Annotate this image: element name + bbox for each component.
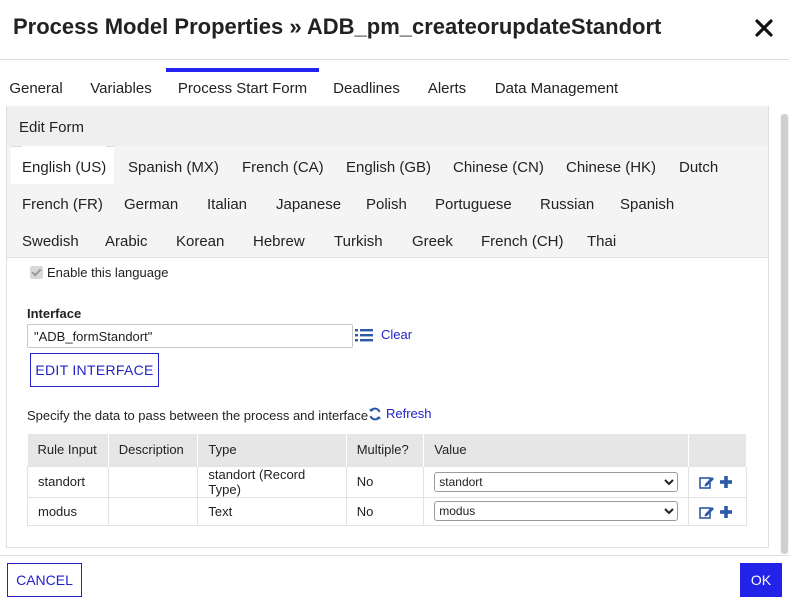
- language-tab-dutch[interactable]: Dutch: [679, 146, 718, 182]
- edit-interface-button[interactable]: EDIT INTERFACE: [30, 353, 159, 387]
- close-icon[interactable]: [752, 16, 776, 40]
- language-tab-turkish[interactable]: Turkish: [334, 220, 383, 256]
- language-row-2: French (FR) German Italian Japanese Poli…: [7, 183, 768, 219]
- cell-multiple: No: [345, 465, 425, 498]
- tab-general[interactable]: General: [0, 68, 72, 106]
- language-tab-portuguese[interactable]: Portuguese: [435, 183, 512, 219]
- language-tab-greek[interactable]: Greek: [412, 220, 453, 256]
- table-row: modus Text No modus: [27, 496, 747, 526]
- value-select-standort[interactable]: standort: [434, 471, 679, 492]
- table-row: standort standort (Record Type) No stand…: [27, 465, 747, 498]
- language-tab-french-fr[interactable]: French (FR): [22, 183, 103, 219]
- cell-rule-input: modus: [27, 496, 109, 526]
- language-tab-italian[interactable]: Italian: [207, 183, 247, 219]
- language-tab-swedish[interactable]: Swedish: [22, 220, 79, 256]
- cell-description: [107, 465, 199, 498]
- cell-actions: [688, 496, 747, 526]
- ok-button[interactable]: OK: [740, 563, 782, 597]
- language-tab-spanish-mx[interactable]: Spanish (MX): [128, 146, 219, 182]
- data-instructions: Specify the data to pass between the pro…: [27, 408, 369, 423]
- language-tab-chinese-hk[interactable]: Chinese (HK): [566, 146, 656, 182]
- cell-rule-input: standort: [27, 465, 109, 498]
- language-tab-polish[interactable]: Polish: [366, 183, 407, 219]
- tab-data-management[interactable]: Data Management: [487, 68, 626, 106]
- language-row-3: Swedish Arabic Korean Hebrew Turkish Gre…: [7, 220, 768, 256]
- enable-language-row: Enable this language: [30, 264, 168, 280]
- panel-header: Edit Form: [7, 106, 768, 146]
- rule-input-table: Rule Input Description Type Multiple? Va…: [27, 434, 747, 526]
- list-icon[interactable]: [355, 327, 373, 343]
- edit-expression-icon[interactable]: [699, 505, 715, 519]
- cell-multiple: No: [345, 496, 425, 526]
- language-tab-korean[interactable]: Korean: [176, 220, 224, 256]
- language-tab-french-ca[interactable]: French (CA): [242, 146, 324, 182]
- interface-label: Interface: [27, 306, 82, 321]
- tab-variables[interactable]: Variables: [80, 68, 162, 106]
- language-tab-arabic[interactable]: Arabic: [105, 220, 148, 256]
- cell-value: modus: [423, 496, 690, 526]
- add-icon[interactable]: [719, 505, 733, 519]
- language-tab-russian[interactable]: Russian: [540, 183, 594, 219]
- column-header-description: Description: [108, 434, 199, 466]
- tab-deadlines[interactable]: Deadlines: [325, 68, 408, 106]
- language-tab-hebrew[interactable]: Hebrew: [253, 220, 305, 256]
- dialog-footer: [0, 555, 789, 603]
- enable-language-checkbox[interactable]: [30, 265, 43, 279]
- enable-language-label: Enable this language: [47, 264, 169, 280]
- dialog-title: Process Model Properties » ADB_pm_create…: [13, 14, 662, 39]
- language-tab-english-us[interactable]: English (US): [22, 146, 107, 182]
- tab-alerts[interactable]: Alerts: [419, 68, 475, 106]
- table-header-row: Rule Input Description Type Multiple? Va…: [27, 434, 747, 466]
- column-header-type: Type: [197, 434, 347, 466]
- dialog-titlebar: Process Model Properties » ADB_pm_create…: [0, 0, 789, 60]
- edit-expression-icon[interactable]: [699, 475, 715, 490]
- column-header-value: Value: [423, 434, 690, 466]
- add-icon[interactable]: [719, 475, 733, 489]
- cell-description: [107, 496, 199, 526]
- cell-type: Text: [197, 496, 347, 526]
- value-select-modus[interactable]: modus: [434, 501, 679, 521]
- cell-actions: [688, 465, 747, 498]
- panel-scrollbar[interactable]: [780, 114, 789, 554]
- language-tab-french-ch[interactable]: French (CH): [481, 220, 564, 256]
- interface-input[interactable]: [27, 324, 353, 348]
- cell-type: standort (Record Type): [197, 465, 347, 498]
- language-tab-japanese[interactable]: Japanese: [276, 183, 341, 219]
- tab-bar: General Variables Process Start Form Dea…: [0, 68, 789, 106]
- refresh-label: Refresh: [386, 406, 432, 421]
- language-tab-german[interactable]: German: [124, 183, 178, 219]
- refresh-link[interactable]: Refresh: [368, 406, 432, 421]
- language-row-1: English (US) Spanish (MX) French (CA) En…: [7, 146, 768, 182]
- language-tab-chinese-cn[interactable]: Chinese (CN): [453, 146, 544, 182]
- refresh-icon: [369, 407, 381, 420]
- cancel-button[interactable]: CANCEL: [7, 563, 82, 597]
- language-tab-spanish[interactable]: Spanish: [620, 183, 674, 219]
- column-header-actions: [688, 434, 747, 466]
- column-header-multiple: Multiple?: [346, 434, 425, 466]
- clear-link[interactable]: Clear: [381, 327, 412, 342]
- language-tab-thai[interactable]: Thai: [587, 220, 616, 256]
- tab-process-start-form[interactable]: Process Start Form: [166, 68, 319, 106]
- column-header-rule-input: Rule Input: [27, 434, 109, 466]
- language-tab-english-gb[interactable]: English (GB): [346, 146, 431, 182]
- cell-value: standort: [423, 465, 690, 498]
- scrollbar-thumb[interactable]: [781, 114, 788, 554]
